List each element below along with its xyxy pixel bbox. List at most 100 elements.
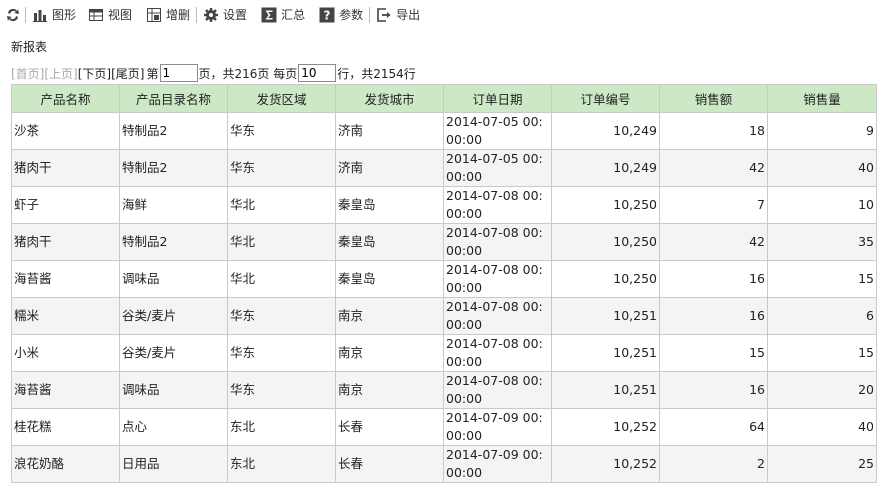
toolbar-separator xyxy=(369,6,371,23)
last-page-link[interactable]: [尾页] xyxy=(111,65,144,82)
page-prefix: 第 xyxy=(146,66,159,81)
cell-region: 华北 xyxy=(227,223,336,261)
column-header-category[interactable]: 产品目录名称 xyxy=(119,84,228,113)
sigma-icon xyxy=(261,7,277,23)
edit-button[interactable]: 增删 xyxy=(146,4,190,26)
toolbar-separator xyxy=(196,6,198,23)
cell-category: 特制品2 xyxy=(119,112,228,150)
table-row: 猪肉干 特制品2 华东 济南 2014-07-05 00:00:00 10,24… xyxy=(11,149,877,187)
cell-city: 秦皇岛 xyxy=(335,186,444,224)
cell-region: 东北 xyxy=(227,408,336,446)
cell-category: 谷类/麦片 xyxy=(119,297,228,335)
cell-order-id: 10,250 xyxy=(551,186,660,224)
cell-sales-qty: 40 xyxy=(767,408,877,446)
table-view-icon xyxy=(88,7,104,23)
cell-order-date: 2014-07-08 00:00:00 xyxy=(443,223,552,261)
cell-sales-amount: 16 xyxy=(659,260,768,298)
table-row: 海苔酱 调味品 华北 秦皇岛 2014-07-08 00:00:00 10,25… xyxy=(11,260,877,298)
cell-sales-amount: 15 xyxy=(659,334,768,372)
table-row: 海苔酱 调味品 华东 南京 2014-07-08 00:00:00 10,251… xyxy=(11,371,877,409)
cell-product-name: 虾子 xyxy=(11,186,120,224)
cell-order-date: 2014-07-05 00:00:00 xyxy=(443,112,552,150)
summary-button-label: 汇总 xyxy=(281,8,306,22)
params-button[interactable]: ? 参数 xyxy=(319,4,363,26)
refresh-button[interactable] xyxy=(5,4,25,26)
chart-button-label: 图形 xyxy=(52,8,77,22)
cell-sales-qty: 15 xyxy=(767,260,877,298)
table-row: 浪花奶酪 日用品 东北 长春 2014-07-09 00:00:00 10,25… xyxy=(11,445,877,483)
question-icon: ? xyxy=(319,7,335,23)
cell-city: 长春 xyxy=(335,445,444,483)
view-button-label: 视图 xyxy=(108,8,133,22)
cell-region: 华东 xyxy=(227,334,336,372)
cell-order-id: 10,249 xyxy=(551,149,660,187)
cell-category: 特制品2 xyxy=(119,223,228,261)
next-page-link[interactable]: [下页] xyxy=(78,65,111,82)
cell-product-name: 猪肉干 xyxy=(11,223,120,261)
column-header-sales-amount[interactable]: 销售额 xyxy=(659,84,768,113)
cell-sales-qty: 15 xyxy=(767,334,877,372)
page-total-text: 页，共216页 每页 xyxy=(198,66,298,81)
chart-button[interactable]: 图形 xyxy=(32,4,76,26)
cell-region: 华东 xyxy=(227,112,336,150)
cell-product-name: 猪肉干 xyxy=(11,149,120,187)
table-row: 糯米 谷类/麦片 华东 南京 2014-07-08 00:00:00 10,25… xyxy=(11,297,877,335)
column-header-city[interactable]: 发货城市 xyxy=(335,84,444,113)
report-title: 新报表 xyxy=(11,40,48,54)
column-header-sales-qty[interactable]: 销售量 xyxy=(767,84,877,113)
cell-category: 海鲜 xyxy=(119,186,228,224)
cell-category: 谷类/麦片 xyxy=(119,334,228,372)
toolbar: 图形 视图 增删 设置 汇总 ? 参数 导出 xyxy=(0,0,888,29)
cell-product-name: 沙茶 xyxy=(11,112,120,150)
column-header-order-id[interactable]: 订单编号 xyxy=(551,84,660,113)
cell-city: 秦皇岛 xyxy=(335,223,444,261)
cell-order-id: 10,252 xyxy=(551,445,660,483)
cell-city: 秦皇岛 xyxy=(335,260,444,298)
rows-per-page-input[interactable] xyxy=(298,64,337,82)
column-header-product-name[interactable]: 产品名称 xyxy=(11,84,120,113)
prev-page-link[interactable]: [上页] xyxy=(44,65,77,82)
table-row: 小米 谷类/麦片 华东 南京 2014-07-08 00:00:00 10,25… xyxy=(11,334,877,372)
cell-product-name: 桂花糕 xyxy=(11,408,120,446)
cell-sales-qty: 10 xyxy=(767,186,877,224)
settings-button[interactable]: 设置 xyxy=(203,4,247,26)
cell-category: 日用品 xyxy=(119,445,228,483)
cell-product-name: 浪花奶酪 xyxy=(11,445,120,483)
export-button[interactable]: 导出 xyxy=(376,4,420,26)
view-button[interactable]: 视图 xyxy=(88,4,132,26)
cell-sales-qty: 6 xyxy=(767,297,877,335)
table-row: 猪肉干 特制品2 华北 秦皇岛 2014-07-08 00:00:00 10,2… xyxy=(11,223,877,261)
cell-region: 华北 xyxy=(227,186,336,224)
column-header-region[interactable]: 发货区域 xyxy=(227,84,336,113)
bar-chart-icon xyxy=(32,7,48,23)
cell-city: 长春 xyxy=(335,408,444,446)
gear-icon xyxy=(203,7,219,23)
summary-button[interactable]: 汇总 xyxy=(261,4,305,26)
refresh-icon xyxy=(5,7,21,23)
cell-order-id: 10,250 xyxy=(551,260,660,298)
cell-product-name: 糯米 xyxy=(11,297,120,335)
cell-product-name: 海苔酱 xyxy=(11,371,120,409)
cell-sales-amount: 16 xyxy=(659,297,768,335)
cell-sales-amount: 2 xyxy=(659,445,768,483)
settings-button-label: 设置 xyxy=(223,8,248,22)
pager: [首页] [上页] [下页] [尾页] 第 页，共216页 每页 行，共2154… xyxy=(11,63,416,83)
cell-order-id: 10,252 xyxy=(551,408,660,446)
edit-button-label: 增删 xyxy=(166,8,191,22)
cell-category: 点心 xyxy=(119,408,228,446)
page-number-input[interactable] xyxy=(159,64,198,82)
cell-order-id: 10,251 xyxy=(551,371,660,409)
cell-sales-qty: 25 xyxy=(767,445,877,483)
add-delete-icon xyxy=(146,7,162,23)
cell-order-date: 2014-07-08 00:00:00 xyxy=(443,297,552,335)
svg-text:?: ? xyxy=(324,8,331,22)
cell-order-date: 2014-07-09 00:00:00 xyxy=(443,408,552,446)
first-page-link[interactable]: [首页] xyxy=(11,65,44,82)
column-header-order-date[interactable]: 订单日期 xyxy=(443,84,552,113)
cell-sales-amount: 16 xyxy=(659,371,768,409)
report-table: 产品名称 产品目录名称 发货区域 发货城市 订单日期 订单编号 销售额 销售量 … xyxy=(11,84,877,483)
cell-product-name: 海苔酱 xyxy=(11,260,120,298)
cell-sales-amount: 64 xyxy=(659,408,768,446)
cell-sales-qty: 40 xyxy=(767,149,877,187)
table-header-row: 产品名称 产品目录名称 发货区域 发货城市 订单日期 订单编号 销售额 销售量 xyxy=(11,84,877,113)
